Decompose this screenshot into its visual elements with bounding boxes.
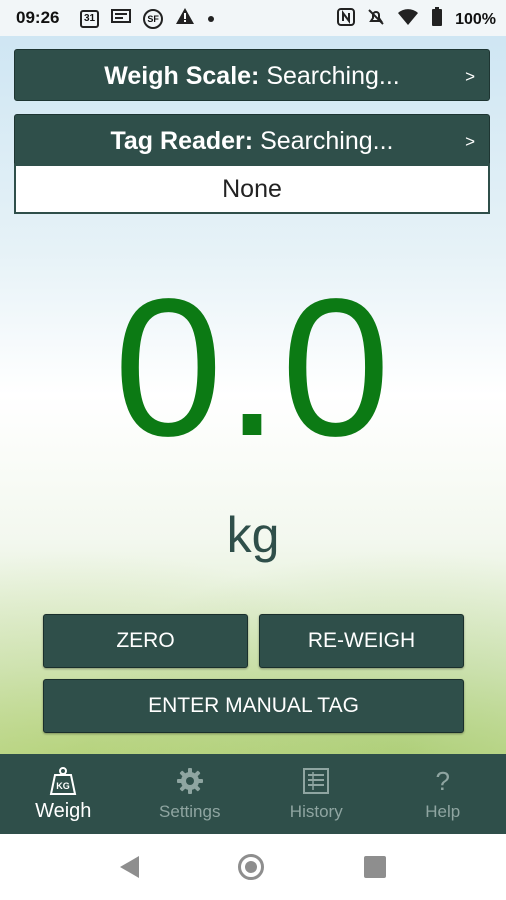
nav-item-weigh[interactable]: KG Weigh (0, 754, 127, 834)
warning-icon (175, 7, 195, 31)
nav-item-help[interactable]: ? Help (380, 754, 506, 834)
nav-label-help: Help (425, 802, 461, 821)
tag-reader-status: Searching... (260, 127, 394, 155)
sf-icon: SF (143, 9, 164, 29)
nfc-icon (337, 8, 356, 32)
status-bar: 09:26 31 SF 100% (0, 0, 506, 36)
weigh-scale-status: Searching... (266, 62, 400, 90)
chevron-right-icon: > (465, 132, 475, 151)
status-time: 09:26 (16, 8, 60, 27)
tag-value: None (14, 164, 490, 214)
mail-icon (111, 8, 132, 30)
dot-icon (207, 9, 215, 29)
tag-reader-label: Tag Reader: (110, 127, 254, 155)
home-icon[interactable] (238, 854, 264, 880)
system-nav-bar (0, 834, 506, 900)
svg-text:KG: KG (57, 781, 71, 791)
enter-manual-tag-button[interactable]: ENTER MANUAL TAG (43, 679, 464, 733)
nav-item-settings[interactable]: Settings (127, 754, 254, 834)
list-icon (253, 766, 380, 796)
zero-button[interactable]: ZERO (43, 614, 248, 668)
reweigh-button[interactable]: RE-WEIGH (259, 614, 464, 668)
nav-label-settings: Settings (159, 802, 221, 821)
weigh-screen: Weigh Scale: Searching... > Tag Reader: … (0, 36, 506, 754)
calendar-icon: 31 (80, 10, 100, 28)
chevron-right-icon: > (465, 67, 475, 86)
question-icon: ? (435, 765, 450, 796)
weigh-scale-bar[interactable]: Weigh Scale: Searching... > (14, 49, 490, 101)
weight-value: 0.0 (113, 258, 393, 477)
wifi-icon (397, 8, 419, 32)
gear-icon (127, 766, 254, 796)
weigh-scale-label: Weigh Scale: (104, 62, 260, 90)
notification-icons: 31 SF (80, 7, 215, 31)
battery-percent: 100% (455, 11, 496, 28)
nav-item-history[interactable]: History (253, 754, 380, 834)
mute-icon (367, 8, 385, 32)
nav-label-weigh: Weigh (35, 800, 92, 822)
battery-icon (431, 7, 443, 33)
bottom-nav: KG Weigh Settings History ? Help (0, 754, 506, 834)
recents-icon[interactable] (364, 856, 386, 878)
back-icon[interactable] (120, 856, 139, 878)
tag-reader-bar[interactable]: Tag Reader: Searching... > (14, 114, 490, 166)
weight-unit: kg (226, 507, 280, 563)
system-icons: 100% (337, 7, 496, 33)
nav-label-history: History (289, 802, 343, 821)
kg-weight-icon: KG (0, 766, 127, 796)
